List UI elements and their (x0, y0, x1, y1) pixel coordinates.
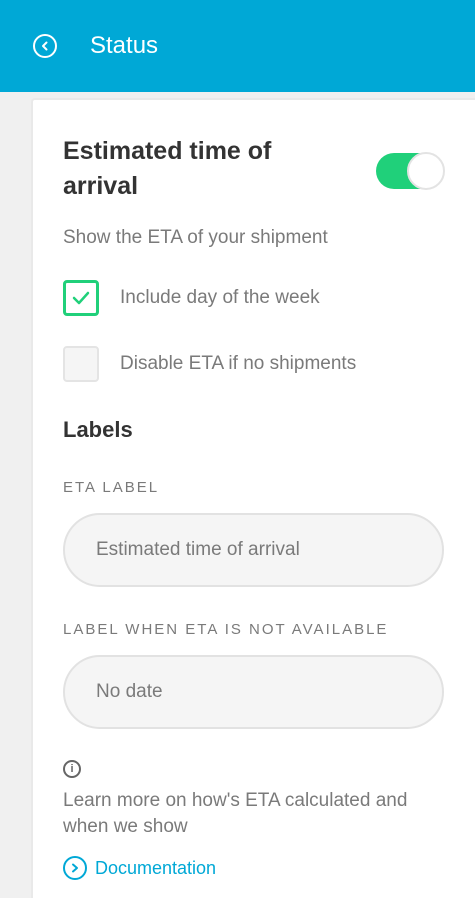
unavailable-label-caption: LABEL WHEN ETA IS NOT AVAILABLE (63, 621, 389, 638)
disable-eta-checkbox[interactable] (63, 346, 99, 382)
learn-more-text: Learn more on how's ETA calculated and w… (63, 790, 408, 837)
documentation-link[interactable]: Documentation (63, 856, 216, 880)
eta-toggle[interactable] (376, 152, 445, 190)
back-icon[interactable] (33, 34, 57, 58)
include-day-label[interactable]: Include day of the week (120, 286, 320, 310)
settings-card (31, 98, 475, 898)
disable-eta-label[interactable]: Disable ETA if no shipments (120, 352, 356, 376)
labels-heading: Labels (63, 417, 133, 442)
toggle-knob (407, 152, 445, 190)
eta-label-caption: ETA LABEL (63, 479, 160, 496)
chevron-right-circle-icon (63, 856, 87, 880)
documentation-label[interactable]: Documentation (95, 856, 216, 880)
include-day-checkbox[interactable] (63, 280, 99, 316)
header-bar: Status (0, 0, 475, 92)
eta-label-input[interactable] (63, 513, 444, 587)
eta-section-title: Estimated time of arrival (63, 137, 272, 200)
eta-description: Show the ETA of your shipment (63, 227, 328, 248)
unavailable-label-input[interactable] (63, 655, 444, 729)
checkmark-icon (72, 291, 90, 305)
page-title: Status (90, 32, 159, 59)
info-icon: i (63, 760, 81, 778)
